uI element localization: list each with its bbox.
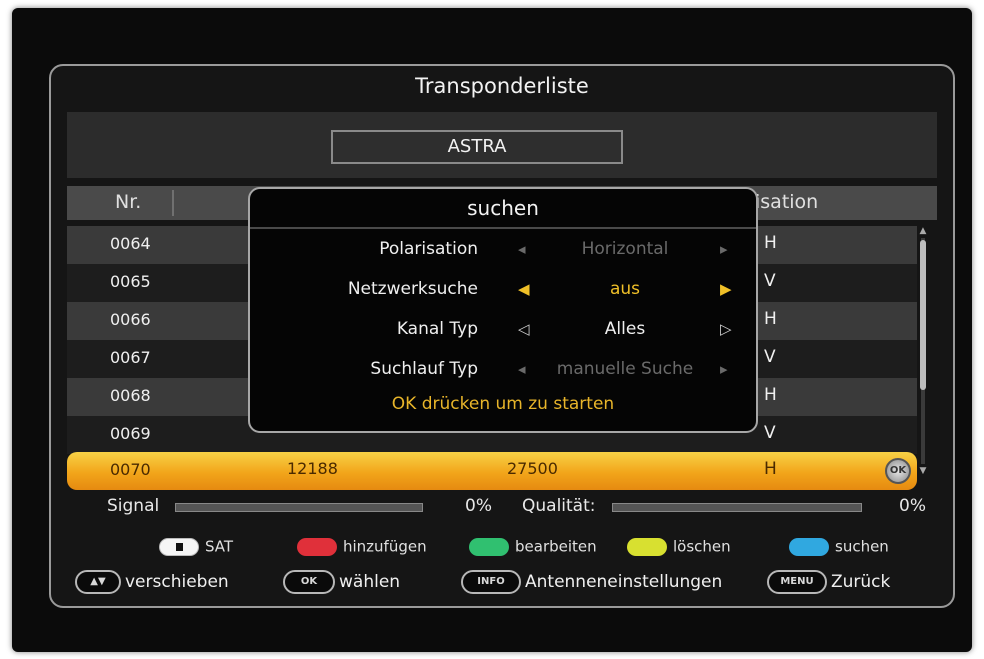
key-hints: ▲▼ verschieben OK wählen INFO Antenneneinst… — [51, 570, 953, 600]
key-info[interactable]: INFO Antenneneinstellungen — [461, 570, 722, 598]
row-nr: 0069 — [110, 424, 151, 443]
dialog-title: suchen — [467, 196, 539, 220]
dialog-hint: OK drücken um zu starten — [391, 394, 615, 414]
option-label: Polarisation — [379, 239, 478, 259]
legend-delete[interactable]: löschen — [627, 536, 731, 560]
green-key-icon — [469, 537, 509, 556]
option-polarisation[interactable]: Polarisation ◂ Horizontal ▸ — [250, 233, 756, 269]
arrow-left-icon: ◂ — [518, 360, 526, 378]
option-value: aus — [609, 279, 641, 299]
row-polarisation: V — [764, 347, 776, 367]
row-polarisation: H — [764, 309, 777, 329]
blue-key-icon — [789, 537, 829, 556]
row-polarisation: V — [764, 271, 776, 291]
tv-screen: Transponderliste ASTRA Nr. isation 0064 … — [12, 8, 972, 652]
arrow-left-icon: ◂ — [518, 240, 526, 258]
ok-icon[interactable]: OK — [885, 458, 911, 484]
row-frequency: 12188 — [287, 459, 338, 478]
quality-label: Qualität: — [522, 496, 596, 516]
arrow-right-icon[interactable]: ▷ — [720, 320, 732, 338]
arrow-right-icon: ▸ — [720, 360, 728, 378]
arrow-right-icon[interactable]: ▶ — [720, 280, 732, 298]
up-down-key-icon: ▲▼ — [75, 570, 121, 594]
option-value: manuelle Suche — [556, 359, 694, 379]
signal-value: 0% — [465, 496, 492, 516]
option-suchlauf-typ[interactable]: Suchlauf Typ ◂ manuelle Suche ▸ — [250, 353, 756, 389]
info-key-icon: INFO — [461, 570, 521, 594]
color-key-legend: SAT hinzufügen bearbeiten löschen suchen — [51, 536, 953, 562]
row-polarisation: H — [764, 233, 777, 253]
scroll-thumb[interactable] — [920, 240, 926, 390]
option-kanal-typ[interactable]: Kanal Typ ◁ Alles ▷ — [250, 313, 756, 349]
signal-quality-row: Signal 0% Qualität: 0% — [67, 494, 937, 520]
option-label: Netzwerksuche — [347, 279, 478, 299]
scrollbar[interactable]: ▲ ▼ — [919, 226, 927, 476]
row-nr: 0068 — [110, 386, 151, 405]
dialog-divider — [250, 227, 756, 229]
column-divider — [172, 190, 174, 216]
signal-label: Signal — [107, 496, 160, 516]
legend-search[interactable]: suchen — [789, 536, 889, 560]
search-dialog: suchen Polarisation ◂ Horizontal ▸ Netzw… — [248, 187, 758, 433]
legend-sat[interactable]: SAT — [159, 536, 233, 560]
signal-bar — [175, 503, 423, 512]
column-header-nr: Nr. — [115, 191, 142, 213]
scroll-down-icon: ▼ — [919, 466, 927, 476]
satellite-selector[interactable]: ASTRA — [331, 130, 623, 164]
quality-value: 0% — [899, 496, 926, 516]
row-nr: 0064 — [110, 234, 151, 253]
key-ok[interactable]: OK wählen — [283, 570, 400, 598]
row-polarisation: V — [764, 423, 776, 443]
row-nr: 0065 — [110, 272, 151, 291]
legend-add[interactable]: hinzufügen — [297, 536, 427, 560]
option-value: Alles — [604, 319, 646, 339]
white-key-icon — [159, 537, 199, 556]
row-nr: 0070 — [110, 460, 151, 479]
row-polarisation: H — [764, 385, 777, 405]
option-label: Kanal Typ — [396, 319, 478, 339]
row-nr: 0067 — [110, 348, 151, 367]
row-polarisation: H — [764, 459, 777, 479]
red-key-icon — [297, 537, 337, 556]
row-nr: 0066 — [110, 310, 151, 329]
row-symbolrate: 27500 — [507, 459, 558, 478]
key-move[interactable]: ▲▼ verschieben — [75, 570, 229, 598]
ok-key-icon: OK — [283, 570, 335, 594]
option-label: Suchlauf Typ — [370, 359, 478, 379]
quality-bar — [612, 503, 862, 512]
scroll-up-icon: ▲ — [919, 226, 927, 236]
arrow-left-icon[interactable]: ◁ — [518, 320, 530, 338]
key-menu[interactable]: MENU Zurück — [767, 570, 890, 598]
menu-key-icon: MENU — [767, 570, 827, 594]
arrow-right-icon: ▸ — [720, 240, 728, 258]
option-netzwerksuche[interactable]: Netzwerksuche ◀ aus ▶ — [250, 273, 756, 309]
yellow-key-icon — [627, 537, 667, 556]
column-header-polarisation: isation — [755, 191, 819, 213]
arrow-left-icon[interactable]: ◀ — [518, 280, 530, 298]
table-row-selected[interactable]: 0070 12188 27500 H OK — [67, 452, 917, 490]
transponder-panel: Transponderliste ASTRA Nr. isation 0064 … — [49, 64, 955, 608]
legend-edit[interactable]: bearbeiten — [469, 536, 597, 560]
page-title: Transponderliste — [415, 74, 589, 98]
option-value: Horizontal — [581, 239, 669, 259]
